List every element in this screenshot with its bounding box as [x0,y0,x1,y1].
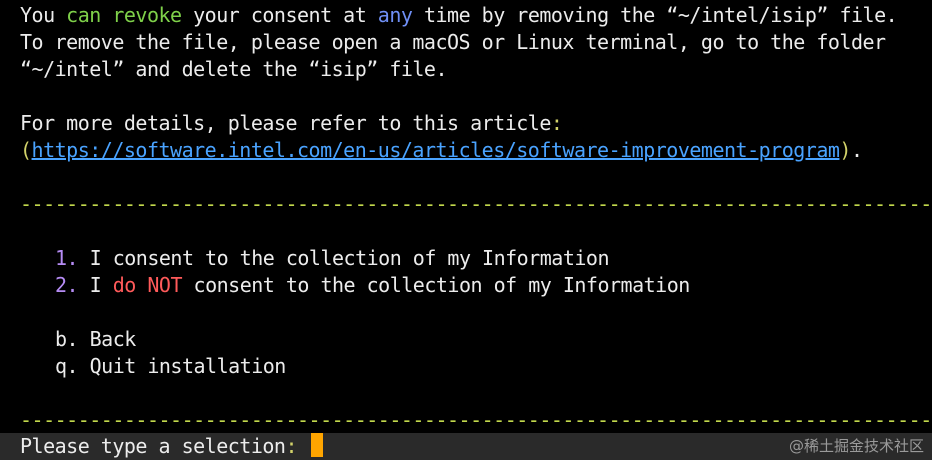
article-link[interactable]: https://software.intel.com/en-us/article… [32,138,840,162]
separator-top: ----------------------------------------… [20,192,932,216]
open-paren: ( [20,138,32,162]
option-consent[interactable]: 1. I consent to the collection of my Inf… [55,245,609,272]
remove-file-line: To remove the file, please open a macOS … [20,30,886,54]
text-cursor[interactable] [310,433,323,457]
keyword-any: any [377,3,413,27]
prompt-colon: : [285,434,297,458]
article-link-line: (https://software.intel.com/en-us/articl… [20,137,863,164]
option-label: Quit installation [78,354,287,378]
close-paren: ) [839,138,851,162]
option-key: q. [55,354,79,378]
text-segment: your consent at [181,3,378,27]
terminal-window: You can revoke your consent at any time … [0,0,932,460]
prompt-label: Please type a selection [20,434,286,458]
details-line: For more details, please refer to this a… [20,110,563,137]
option-label: Back [78,327,137,351]
period: . [850,138,863,162]
option-no-consent[interactable]: 2. I do NOT consent to the collection of… [55,272,690,299]
text-segment: You [20,3,67,27]
keyword-can: can [66,3,101,27]
revoke-consent-line: You can revoke your consent at any time … [20,2,898,29]
option-label: I consent to the collection of my Inform… [78,246,610,270]
keyword-revoke: revoke [112,3,182,27]
option-key: b. [55,327,79,351]
delete-file-line: “~/intel” and delete the “isip” file. [20,57,448,81]
option-back[interactable]: b. Back [55,326,136,353]
text-segment [101,3,113,27]
option-quit[interactable]: q. Quit installation [55,353,286,380]
option-label: I [78,273,113,297]
text-segment: time by removing the “~/intel/isip” file… [412,3,898,27]
keyword-not: NOT [147,273,182,297]
separator-bottom: ----------------------------------------… [20,408,932,432]
option-label: consent to the collection of my Informat… [181,273,691,297]
option-number: 1. [55,246,79,270]
watermark: @稀土掘金技术社区 [788,437,924,455]
selection-prompt[interactable]: Please type a selection: [20,433,323,460]
keyword-do: do [112,273,137,297]
colon: : [550,111,563,135]
text-segment: For more details, please refer to this a… [20,111,551,135]
option-number: 2. [55,273,79,297]
